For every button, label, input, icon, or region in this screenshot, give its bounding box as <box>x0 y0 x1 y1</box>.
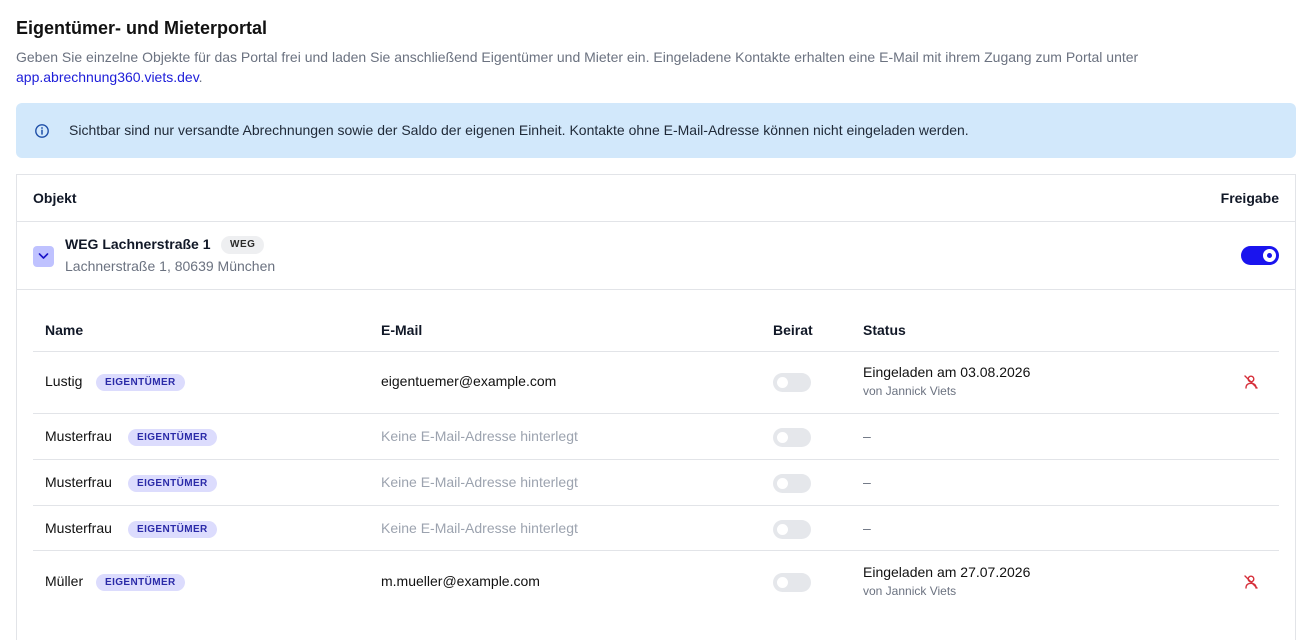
object-address: Lachnerstraße 1, 80639 München <box>65 258 276 274</box>
role-badge: EIGENTÜMER <box>128 429 217 446</box>
beirat-toggle[interactable] <box>773 474 811 493</box>
beirat-toggle[interactable] <box>773 573 811 592</box>
object-table: Objekt Freigabe WEG Lachnerstraße 1 WEG … <box>16 174 1296 640</box>
toggle-knob <box>1263 249 1276 262</box>
column-header-status: Status <box>863 322 906 338</box>
status-text: – <box>863 474 871 490</box>
toggle-knob <box>777 577 788 588</box>
contact-email: Keine E-Mail-Adresse hinterlegt <box>381 520 578 536</box>
beirat-toggle[interactable] <box>773 373 811 392</box>
table-row: Musterfrau EIGENTÜMER Keine E-Mail-Adres… <box>33 460 1279 505</box>
portal-link[interactable]: app.abrechnung360.viets.dev <box>16 69 199 85</box>
contact-name: Musterfrau <box>45 474 112 490</box>
contact-name: Musterfrau <box>45 520 112 536</box>
revoke-invite-icon[interactable] <box>1243 574 1259 590</box>
role-badge: EIGENTÜMER <box>128 475 217 492</box>
role-badge: EIGENTÜMER <box>96 574 185 591</box>
expand-button[interactable] <box>33 246 54 267</box>
toggle-knob <box>777 524 788 535</box>
status-by: von Jannick Viets <box>863 584 957 598</box>
table-row: Musterfrau EIGENTÜMER Keine E-Mail-Adres… <box>33 506 1279 551</box>
toggle-knob <box>777 377 788 388</box>
beirat-toggle[interactable] <box>773 428 811 447</box>
toggle-knob <box>777 478 788 489</box>
beirat-toggle[interactable] <box>773 520 811 539</box>
toggle-knob <box>777 432 788 443</box>
contact-email: eigentuemer@example.com <box>381 373 557 389</box>
status-text: – <box>863 520 871 536</box>
table-header: Objekt Freigabe <box>17 175 1295 222</box>
info-text: Sichtbar sind nur versandte Abrechnungen… <box>69 122 969 138</box>
role-badge: EIGENTÜMER <box>128 521 217 538</box>
freigabe-toggle[interactable] <box>1241 246 1279 265</box>
role-badge: EIGENTÜMER <box>96 374 185 391</box>
info-icon <box>35 124 49 138</box>
page-title: Eigentümer- und Mieterportal <box>16 18 268 38</box>
description-suffix: . <box>198 69 203 85</box>
column-header-beirat: Beirat <box>773 322 813 338</box>
contact-email: Keine E-Mail-Adresse hinterlegt <box>381 474 578 490</box>
column-header-freigabe: Freigabe <box>1220 190 1279 206</box>
column-header-email: E-Mail <box>381 322 423 338</box>
table-row: Lustig EIGENTÜMER eigentuemer@example.co… <box>33 352 1279 413</box>
description-text: Geben Sie einzelne Objekte für das Porta… <box>16 49 1139 65</box>
status-text: – <box>863 428 871 444</box>
contact-email: m.mueller@example.com <box>381 573 540 589</box>
object-row: WEG Lachnerstraße 1 WEG Lachnerstraße 1,… <box>17 222 1295 290</box>
contact-name: Musterfrau <box>45 428 112 444</box>
status-text: Eingeladen am 27.07.2026 <box>863 564 1031 580</box>
revoke-invite-icon[interactable] <box>1243 374 1259 390</box>
page-description: Geben Sie einzelne Objekte für das Porta… <box>16 47 1216 87</box>
column-header-name: Name <box>45 322 84 338</box>
table-row: Musterfrau EIGENTÜMER Keine E-Mail-Adres… <box>33 414 1279 459</box>
status-text: Eingeladen am 03.08.2026 <box>863 364 1031 380</box>
object-name: WEG Lachnerstraße 1 <box>65 236 211 252</box>
column-header-objekt: Objekt <box>33 190 77 206</box>
table-row: Müller EIGENTÜMER m.mueller@example.com … <box>33 551 1279 613</box>
info-banner: Sichtbar sind nur versandte Abrechnungen… <box>16 103 1296 158</box>
chevron-down-icon <box>38 253 49 259</box>
contact-email: Keine E-Mail-Adresse hinterlegt <box>381 428 578 444</box>
status-by: von Jannick Viets <box>863 384 957 398</box>
contact-name: Lustig <box>45 373 83 389</box>
contact-name: Müller <box>45 573 84 589</box>
object-type-badge: WEG <box>221 236 265 254</box>
